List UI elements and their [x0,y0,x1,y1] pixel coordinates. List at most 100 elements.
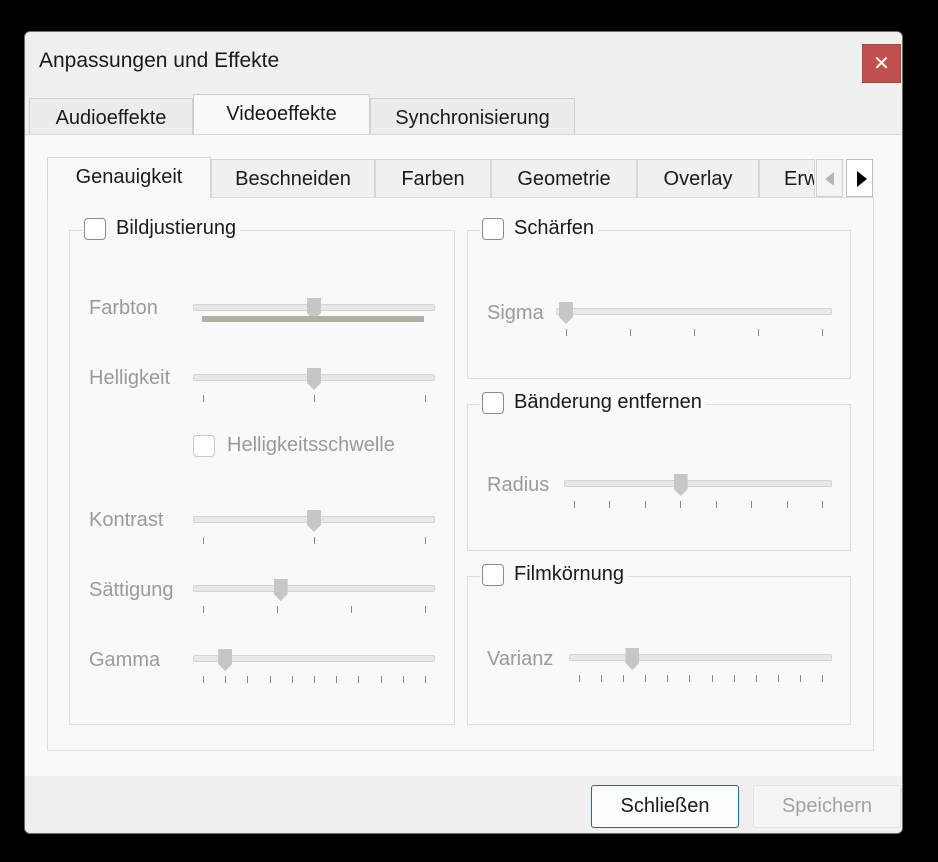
helligkeit-slider[interactable] [193,368,435,408]
gamma-tick [358,676,360,683]
bildjustierung-legend: Bildjustierung [82,217,241,240]
window-title: Anpassungen und Effekte [39,49,280,72]
gamma-tick [402,676,404,683]
chevron-left-icon [825,172,834,186]
bildjustierung-label: Bildjustierung [116,217,237,239]
close-button[interactable]: Schließen [591,785,739,828]
gamma-tick [247,676,249,683]
tab-genauigkeit[interactable]: Genauigkeit [47,157,211,198]
sigma-track [556,308,832,315]
radius-tick [609,501,611,508]
genauigkeit-pane: Bildjustierung Farbton Helligkeit Hellig… [47,197,874,751]
sigma-tick [758,329,759,336]
varianz-label: Varianz [487,648,554,670]
bildjustierung-checkbox[interactable] [84,217,106,240]
helligkeit-tick [425,395,426,402]
varianz-tick [711,675,713,682]
baenderung-checkbox[interactable] [482,391,504,414]
saettigung-tick [277,606,278,613]
filmkoernung-group: Filmkörnung Varianz [467,563,851,725]
tab-synchronisierung[interactable]: Synchronisierung [370,98,575,134]
tab-scroll-left-button[interactable] [816,159,843,197]
helligkeit-tick [203,395,204,402]
kontrast-handle[interactable] [307,510,321,532]
kontrast-slider[interactable] [193,510,435,550]
gamma-slider[interactable] [193,649,435,689]
gamma-tick [380,676,382,683]
saettigung-tick [351,606,352,613]
helligkeit-label: Helligkeit [89,367,171,389]
sigma-slider[interactable] [556,302,832,342]
radius-label: Radius [487,474,550,496]
gamma-tick [425,676,426,683]
chevron-right-icon [857,171,867,187]
tab-overlay[interactable]: Overlay [637,159,759,197]
tab-videoeffekte[interactable]: Videoeffekte [193,94,370,134]
title-bar: Anpassungen und Effekte ✕ [25,32,902,92]
schaerfen-label: Schärfen [514,217,595,239]
saettigung-label: Sättigung [89,579,174,601]
sigma-tick [566,329,567,336]
schaerfen-checkbox[interactable] [482,217,504,240]
helligkeit-tick [314,395,315,402]
varianz-tick [689,675,691,682]
radius-slider[interactable] [564,474,832,514]
baenderung-label: Bänderung entfernen [514,391,702,413]
tab-beschneiden[interactable]: Beschneiden [211,159,375,197]
varianz-tick [777,675,779,682]
schaerfen-legend: Schärfen [480,217,599,240]
radius-tick [574,501,575,508]
gamma-handle[interactable] [218,649,233,671]
radius-tick [822,501,823,508]
saettigung-handle[interactable] [273,579,288,601]
tab-scroll-right-button[interactable] [846,159,873,197]
close-icon[interactable]: ✕ [862,44,901,83]
filmkoernung-checkbox[interactable] [482,563,504,586]
gamma-tick [225,676,227,683]
helligkeitsschwelle-checkbox[interactable] [193,434,215,457]
videoeffekte-pane: Genauigkeit Beschneiden Farben Geometrie… [25,134,902,776]
varianz-tick [799,675,801,682]
helligkeit-handle[interactable] [307,368,321,390]
helligkeitsschwelle-row[interactable]: Helligkeitsschwelle [193,434,395,457]
filmkoernung-label: Filmkörnung [514,563,625,585]
varianz-tick [755,675,757,682]
radius-tick [680,501,682,508]
varianz-tick [822,675,823,682]
filmkoernung-legend: Filmkörnung [480,563,629,586]
tab-audioeffekte[interactable]: Audioeffekte [29,98,193,134]
varianz-handle[interactable] [625,648,640,670]
gamma-label: Gamma [89,649,161,671]
gamma-tick [336,676,338,683]
varianz-tick [645,675,647,682]
kontrast-tick [203,537,204,544]
gamma-tick [314,676,315,683]
tab-erweitert[interactable]: Erw [759,159,815,197]
sigma-tick [694,329,695,336]
sigma-handle[interactable] [559,302,573,324]
dialog-window: Anpassungen und Effekte ✕ Audioeffekte V… [24,31,903,834]
radius-tick [715,501,717,508]
kontrast-label: Kontrast [89,509,164,531]
varianz-slider[interactable] [569,648,832,688]
radius-tick [644,501,646,508]
tab-geometrie[interactable]: Geometrie [491,159,637,197]
farbton-color-bar [202,316,424,322]
baenderung-group: Bänderung entfernen Radius [467,391,851,551]
button-bar: Schließen Speichern [25,776,902,833]
save-button[interactable]: Speichern [753,785,901,828]
radius-handle[interactable] [673,474,688,496]
tab-farben[interactable]: Farben [375,159,491,197]
varianz-tick [623,675,625,682]
saettigung-tick [425,606,426,613]
schaerfen-group: Schärfen Sigma [467,217,851,379]
farbton-label: Farbton [89,297,158,319]
varianz-track [569,654,832,661]
gamma-tick [269,676,271,683]
baenderung-legend: Bänderung entfernen [480,391,706,414]
sigma-label: Sigma [487,302,544,324]
saettigung-slider[interactable] [193,579,435,619]
kontrast-tick [425,537,426,544]
sigma-tick [822,329,823,336]
radius-tick [751,501,753,508]
